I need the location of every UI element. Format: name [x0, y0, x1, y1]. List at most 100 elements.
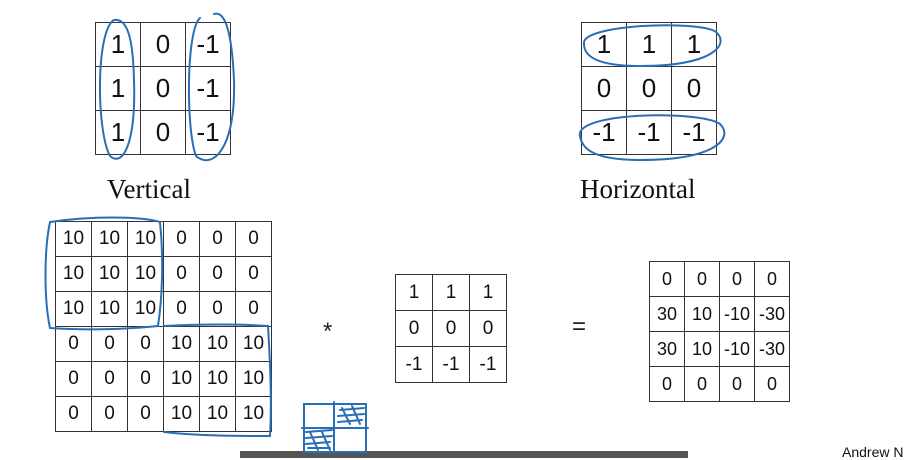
matrix-cell: 0 [55, 326, 92, 362]
matrix-row: 30 10 -10 -30 [649, 296, 790, 332]
matrix-cell: -1 [395, 346, 433, 383]
matrix-cell: 1 [626, 22, 672, 67]
matrix-cell: 0 [395, 310, 433, 347]
matrix-cell: 1 [95, 66, 141, 111]
matrix-row: 1 0 -1 [95, 66, 231, 111]
matrix-cell: -1 [581, 110, 627, 155]
matrix-cell: -1 [469, 346, 507, 383]
annotation-checker-sketch [301, 401, 369, 453]
matrix-row: 30 10 -10 -30 [649, 331, 790, 367]
matrix-cell: 10 [684, 331, 720, 367]
vertical-filter-matrix: 1 0 -1 1 0 -1 1 0 -1 [95, 22, 231, 155]
matrix-row: 0 0 0 10 10 10 [55, 361, 272, 397]
matrix-row: 10 10 10 0 0 0 [55, 291, 272, 327]
matrix-cell: -1 [432, 346, 470, 383]
horizontal-caption: Horizontal [580, 174, 696, 204]
matrix-row: 000 [581, 66, 717, 111]
matrix-cell: 0 [199, 291, 236, 327]
matrix-cell: -1 [626, 110, 672, 155]
matrix-row: 111 [395, 274, 507, 311]
matrix-cell: 10 [199, 361, 236, 397]
matrix-cell: 0 [684, 261, 720, 297]
matrix-cell: 0 [754, 261, 790, 297]
matrix-cell: 0 [469, 310, 507, 347]
matrix-cell: 10 [235, 361, 272, 397]
matrix-cell: 10 [684, 296, 720, 332]
matrix-row: 1 0 -1 [95, 22, 231, 67]
matrix-cell: 10 [55, 291, 92, 327]
matrix-cell: 30 [649, 331, 685, 367]
matrix-cell: 1 [395, 274, 433, 311]
matrix-cell: 0 [432, 310, 470, 347]
matrix-cell: 1 [95, 110, 141, 155]
matrix-cell: 0 [235, 256, 272, 292]
matrix-cell: 0 [163, 256, 200, 292]
matrix-row: 0000 [649, 366, 790, 402]
matrix-cell: 10 [163, 396, 200, 432]
matrix-cell: 0 [127, 361, 164, 397]
matrix-row: 0 0 0 10 10 10 [55, 396, 272, 432]
matrix-cell: 0 [719, 261, 755, 297]
matrix-cell: 0 [235, 291, 272, 327]
matrix-cell: 1 [95, 22, 141, 67]
matrix-cell: 10 [199, 326, 236, 362]
input-image-matrix: 10 10 10 0 0 0 10 10 10 0 0 0 10 10 10 0 0 0 0 0 0 10 10 10 0 0 0 1… [55, 221, 272, 432]
matrix-cell: 10 [163, 361, 200, 397]
matrix-cell: 30 [649, 296, 685, 332]
matrix-cell: 0 [91, 361, 128, 397]
matrix-cell: 0 [649, 366, 685, 402]
matrix-cell: -30 [754, 296, 790, 332]
matrix-row: 000 [395, 310, 507, 347]
matrix-cell: 0 [649, 261, 685, 297]
matrix-cell: 0 [163, 291, 200, 327]
matrix-row: 111 [581, 22, 717, 67]
matrix-cell: 0 [55, 361, 92, 397]
matrix-row: 0000 [649, 261, 790, 297]
matrix-cell: -1 [185, 110, 231, 155]
convolution-operator: * [323, 318, 333, 345]
output-matrix: 0 0 0 0 30 10 -10 -30 30 10 -10 -30 0 0 0 0 [649, 261, 790, 402]
matrix-row: 10 10 10 0 0 0 [55, 256, 272, 292]
matrix-cell: -30 [754, 331, 790, 367]
matrix-cell: -10 [719, 331, 755, 367]
matrix-cell: 0 [91, 396, 128, 432]
matrix-cell: 0 [626, 66, 672, 111]
matrix-cell: 10 [235, 326, 272, 362]
matrix-cell: 0 [127, 396, 164, 432]
matrix-cell: 0 [55, 396, 92, 432]
equals-operator: = [572, 313, 587, 340]
matrix-cell: 0 [199, 221, 236, 257]
matrix-cell: 10 [127, 291, 164, 327]
matrix-cell: 0 [127, 326, 164, 362]
matrix-cell: 10 [235, 396, 272, 432]
video-progress-bar [240, 451, 688, 458]
example-filter-matrix: 1 1 1 0 0 0 -1 -1 -1 [395, 274, 507, 383]
annotation-hatch [305, 429, 333, 451]
matrix-cell: 1 [581, 22, 627, 67]
matrix-cell: 0 [684, 366, 720, 402]
matrix-cell: 0 [671, 66, 717, 111]
matrix-cell: 10 [127, 256, 164, 292]
matrix-row: 0 0 0 10 10 10 [55, 326, 272, 362]
matrix-cell: 1 [469, 274, 507, 311]
matrix-cell: 10 [91, 291, 128, 327]
matrix-cell: 0 [91, 326, 128, 362]
matrix-cell: -1 [671, 110, 717, 155]
matrix-cell: -10 [719, 296, 755, 332]
matrix-row: -1 -1 -1 [395, 346, 507, 383]
matrix-cell: 10 [163, 326, 200, 362]
matrix-cell: 0 [235, 221, 272, 257]
matrix-cell: 1 [432, 274, 470, 311]
matrix-cell: 0 [163, 221, 200, 257]
matrix-cell: -1 [185, 22, 231, 67]
matrix-row: 1 0 -1 [95, 110, 231, 155]
matrix-cell: 0 [199, 256, 236, 292]
matrix-cell: 10 [127, 221, 164, 257]
matrix-cell: 0 [140, 110, 186, 155]
matrix-cell: 10 [91, 256, 128, 292]
matrix-cell: 0 [140, 66, 186, 111]
matrix-row: -1 -1 -1 [581, 110, 717, 155]
matrix-cell: 0 [581, 66, 627, 111]
matrix-cell: -1 [185, 66, 231, 111]
matrix-cell: 10 [91, 221, 128, 257]
